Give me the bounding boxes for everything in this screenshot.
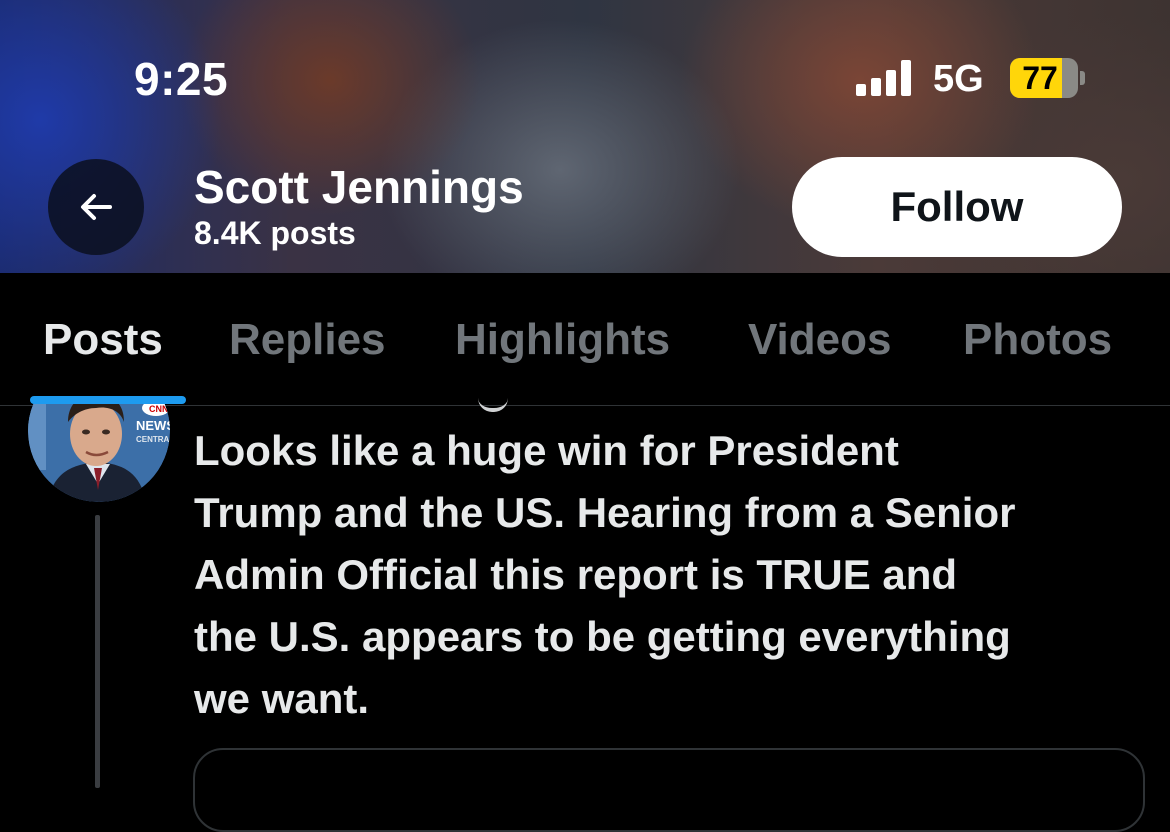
- back-button[interactable]: [48, 159, 144, 255]
- cellular-signal-icon: [856, 60, 916, 96]
- svg-text:CNN: CNN: [149, 404, 169, 414]
- svg-text:CENTRAL: CENTRAL: [136, 435, 170, 444]
- profile-banner-header: 9:25 5G 77 Scott Jennings 8.4K posts Fol…: [0, 0, 1170, 273]
- battery-icon: 77: [1010, 58, 1085, 98]
- follow-button[interactable]: Follow: [792, 157, 1122, 257]
- tab-videos[interactable]: Videos: [748, 315, 891, 365]
- quoted-post-card[interactable]: [193, 748, 1145, 832]
- tab-photos[interactable]: Photos: [963, 315, 1112, 365]
- svg-text:NEWS: NEWS: [136, 418, 170, 433]
- thread-connector-line: [95, 515, 100, 788]
- avatar-portrait: CNN NEWS CENTRAL: [28, 396, 170, 502]
- active-tab-indicator: [30, 396, 186, 404]
- battery-percent: 77: [1022, 60, 1058, 96]
- network-type: 5G: [933, 58, 984, 100]
- avatar[interactable]: CNN NEWS CENTRAL: [28, 396, 170, 502]
- arrow-left-icon: [81, 194, 112, 220]
- tab-highlights[interactable]: Highlights: [455, 315, 670, 365]
- post-text: Looks like a huge win for President Trum…: [194, 427, 1016, 722]
- post-count: 8.4K posts: [194, 215, 356, 251]
- tab-replies[interactable]: Replies: [229, 315, 386, 365]
- tab-posts[interactable]: Posts: [43, 315, 163, 365]
- profile-name: Scott Jennings: [194, 161, 524, 213]
- clipped-text-fragment: [478, 398, 508, 412]
- status-time: 9:25: [134, 53, 229, 105]
- profile-tabs: Posts Replies Highlights Videos Photos: [0, 273, 1170, 406]
